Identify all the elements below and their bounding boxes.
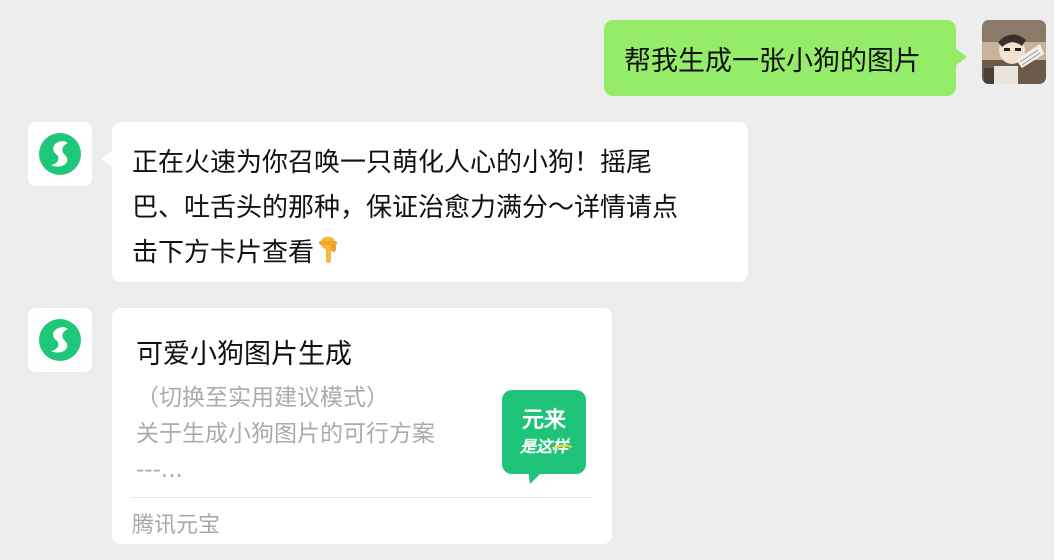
card-source-label: 腾讯元宝 xyxy=(132,513,221,538)
assistant-avatar[interactable] xyxy=(28,122,92,186)
result-card[interactable]: 可爱小狗图片生成 （切换至实用建议模式） 关于生成小狗图片的可行方案 ---..… xyxy=(112,308,612,544)
assistant-message-bubble[interactable]: 正在火速为你召唤一只萌化人心的小狗！摇尾 巴、吐舌头的那种，保证治愈力满分～详情… xyxy=(101,122,748,282)
card-description-line-2: 关于生成小狗图片的可行方案 xyxy=(136,421,435,447)
thumbnail-line-1: 元来 xyxy=(522,408,567,433)
user-avatar-image xyxy=(982,20,1046,84)
assistant-message-line-3-wrap: 击下方卡片查看 xyxy=(132,231,734,280)
card-title: 可爱小狗图片生成 xyxy=(136,339,352,370)
yuanbao-logo-icon xyxy=(39,319,81,361)
user-message-bubble[interactable]: 帮我生成一张小狗的图片 xyxy=(604,20,967,96)
card-description-line-3: ---... xyxy=(136,457,183,483)
backhand-index-pointing-down-icon xyxy=(316,235,342,280)
assistant-message-line-3: 击下方卡片查看 xyxy=(132,238,315,268)
assistant-avatar[interactable] xyxy=(28,308,92,372)
card-divider xyxy=(132,497,592,498)
assistant-message-line-1: 正在火速为你召唤一只萌化人心的小狗！摇尾 xyxy=(132,148,653,178)
yuanbao-logo-icon xyxy=(39,133,81,175)
card-description: （切换至实用建议模式） 关于生成小狗图片的可行方案 ---... xyxy=(136,380,435,488)
user-message-text: 帮我生成一张小狗的图片 xyxy=(624,45,921,77)
assistant-message-line-2: 巴、吐舌头的那种，保证治愈力满分～详情请点 xyxy=(132,193,679,223)
card-thumbnail: 元来 是这样 xyxy=(502,390,586,486)
user-avatar[interactable] xyxy=(982,20,1046,84)
card-description-line-1: （切换至实用建议模式） xyxy=(136,385,389,411)
